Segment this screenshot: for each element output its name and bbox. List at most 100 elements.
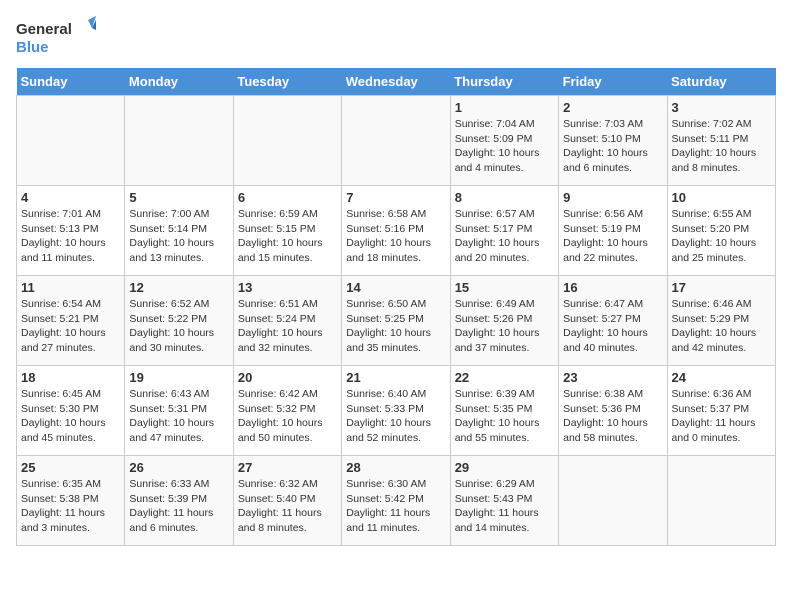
calendar-cell: 11 Sunrise: 6:54 AMSunset: 5:21 PMDayligh…: [17, 276, 125, 366]
calendar-cell: 28 Sunrise: 6:30 AMSunset: 5:42 PMDayligh…: [342, 456, 450, 546]
day-number: 5: [129, 190, 228, 205]
header-wednesday: Wednesday: [342, 68, 450, 96]
calendar-table: SundayMondayTuesdayWednesdayThursdayFrid…: [16, 68, 776, 546]
day-number: 20: [238, 370, 337, 385]
calendar-cell: 17 Sunrise: 6:46 AMSunset: 5:29 PMDayligh…: [667, 276, 775, 366]
day-info: Sunrise: 7:01 AMSunset: 5:13 PMDaylight:…: [21, 207, 120, 266]
calendar-cell: 24 Sunrise: 6:36 AMSunset: 5:37 PMDayligh…: [667, 366, 775, 456]
day-info: Sunrise: 6:57 AMSunset: 5:17 PMDaylight:…: [455, 207, 554, 266]
calendar-cell: 22Sunrise: 6:39 AMSunset: 5:35 PMDayligh…: [450, 366, 558, 456]
day-number: 18: [21, 370, 120, 385]
day-number: 8: [455, 190, 554, 205]
calendar-header: SundayMondayTuesdayWednesdayThursdayFrid…: [17, 68, 776, 96]
calendar-week-2: 11 Sunrise: 6:54 AMSunset: 5:21 PMDayligh…: [17, 276, 776, 366]
calendar-cell: 13 Sunrise: 6:51 AMSunset: 5:24 PMDayligh…: [233, 276, 341, 366]
day-number: 27: [238, 460, 337, 475]
calendar-cell: 12 Sunrise: 6:52 AMSunset: 5:22 PMDayligh…: [125, 276, 233, 366]
day-number: 29: [455, 460, 554, 475]
calendar-cell: [559, 456, 667, 546]
day-number: 19: [129, 370, 228, 385]
day-number: 21: [346, 370, 445, 385]
day-number: 28: [346, 460, 445, 475]
header-saturday: Saturday: [667, 68, 775, 96]
header-monday: Monday: [125, 68, 233, 96]
calendar-cell: [342, 96, 450, 186]
day-info: Sunrise: 6:35 AMSunset: 5:38 PMDaylight:…: [21, 477, 120, 536]
calendar-cell: 9Sunrise: 6:56 AMSunset: 5:19 PMDaylight…: [559, 186, 667, 276]
day-number: 12: [129, 280, 228, 295]
day-number: 23: [563, 370, 662, 385]
day-info: Sunrise: 6:32 AMSunset: 5:40 PMDaylight:…: [238, 477, 337, 536]
day-info: Sunrise: 6:54 AMSunset: 5:21 PMDaylight:…: [21, 297, 120, 356]
day-info: Sunrise: 6:46 AMSunset: 5:29 PMDaylight:…: [672, 297, 771, 356]
calendar-cell: 18Sunrise: 6:45 AMSunset: 5:30 PMDayligh…: [17, 366, 125, 456]
calendar-cell: 2Sunrise: 7:03 AMSunset: 5:10 PMDaylight…: [559, 96, 667, 186]
day-info: Sunrise: 7:03 AMSunset: 5:10 PMDaylight:…: [563, 117, 662, 176]
day-number: 13: [238, 280, 337, 295]
logo-svg: General Blue: [16, 16, 96, 60]
calendar-cell: 14Sunrise: 6:50 AMSunset: 5:25 PMDayligh…: [342, 276, 450, 366]
calendar-cell: [125, 96, 233, 186]
day-info: Sunrise: 6:58 AMSunset: 5:16 PMDaylight:…: [346, 207, 445, 266]
calendar-week-3: 18Sunrise: 6:45 AMSunset: 5:30 PMDayligh…: [17, 366, 776, 456]
calendar-cell: 21 Sunrise: 6:40 AMSunset: 5:33 PMDayligh…: [342, 366, 450, 456]
day-info: Sunrise: 6:38 AMSunset: 5:36 PMDaylight:…: [563, 387, 662, 446]
svg-text:Blue: Blue: [16, 39, 49, 56]
day-number: 4: [21, 190, 120, 205]
calendar-cell: 7 Sunrise: 6:58 AMSunset: 5:16 PMDaylight…: [342, 186, 450, 276]
calendar-cell: 1 Sunrise: 7:04 AMSunset: 5:09 PMDaylight…: [450, 96, 558, 186]
day-info: Sunrise: 7:00 AMSunset: 5:14 PMDaylight:…: [129, 207, 228, 266]
day-info: Sunrise: 6:33 AMSunset: 5:39 PMDaylight:…: [129, 477, 228, 536]
day-number: 11: [21, 280, 120, 295]
day-info: Sunrise: 6:36 AMSunset: 5:37 PMDaylight:…: [672, 387, 771, 446]
calendar-cell: 4 Sunrise: 7:01 AMSunset: 5:13 PMDaylight…: [17, 186, 125, 276]
day-number: 22: [455, 370, 554, 385]
day-number: 6: [238, 190, 337, 205]
calendar-cell: 6 Sunrise: 6:59 AMSunset: 5:15 PMDaylight…: [233, 186, 341, 276]
page-header: General Blue: [16, 16, 776, 60]
day-info: Sunrise: 6:51 AMSunset: 5:24 PMDaylight:…: [238, 297, 337, 356]
calendar-week-1: 4 Sunrise: 7:01 AMSunset: 5:13 PMDaylight…: [17, 186, 776, 276]
day-number: 26: [129, 460, 228, 475]
day-info: Sunrise: 7:04 AMSunset: 5:09 PMDaylight:…: [455, 117, 554, 176]
header-sunday: Sunday: [17, 68, 125, 96]
calendar-cell: 5 Sunrise: 7:00 AMSunset: 5:14 PMDaylight…: [125, 186, 233, 276]
day-info: Sunrise: 6:40 AMSunset: 5:33 PMDaylight:…: [346, 387, 445, 446]
day-info: Sunrise: 6:59 AMSunset: 5:15 PMDaylight:…: [238, 207, 337, 266]
header-friday: Friday: [559, 68, 667, 96]
day-info: Sunrise: 6:43 AMSunset: 5:31 PMDaylight:…: [129, 387, 228, 446]
calendar-cell: [667, 456, 775, 546]
day-info: Sunrise: 6:30 AMSunset: 5:42 PMDaylight:…: [346, 477, 445, 536]
day-info: Sunrise: 6:52 AMSunset: 5:22 PMDaylight:…: [129, 297, 228, 356]
header-thursday: Thursday: [450, 68, 558, 96]
calendar-week-4: 25 Sunrise: 6:35 AMSunset: 5:38 PMDayligh…: [17, 456, 776, 546]
day-number: 9: [563, 190, 662, 205]
calendar-cell: 26 Sunrise: 6:33 AMSunset: 5:39 PMDayligh…: [125, 456, 233, 546]
calendar-cell: 8 Sunrise: 6:57 AMSunset: 5:17 PMDaylight…: [450, 186, 558, 276]
day-number: 16: [563, 280, 662, 295]
calendar-cell: 25 Sunrise: 6:35 AMSunset: 5:38 PMDayligh…: [17, 456, 125, 546]
day-number: 3: [672, 100, 771, 115]
day-number: 1: [455, 100, 554, 115]
day-number: 17: [672, 280, 771, 295]
calendar-cell: 3Sunrise: 7:02 AMSunset: 5:11 PMDaylight…: [667, 96, 775, 186]
day-number: 25: [21, 460, 120, 475]
header-tuesday: Tuesday: [233, 68, 341, 96]
day-number: 24: [672, 370, 771, 385]
day-number: 7: [346, 190, 445, 205]
svg-text:General: General: [16, 21, 72, 38]
day-number: 10: [672, 190, 771, 205]
calendar-cell: 23 Sunrise: 6:38 AMSunset: 5:36 PMDayligh…: [559, 366, 667, 456]
calendar-week-0: 1 Sunrise: 7:04 AMSunset: 5:09 PMDaylight…: [17, 96, 776, 186]
day-info: Sunrise: 6:47 AMSunset: 5:27 PMDaylight:…: [563, 297, 662, 356]
logo: General Blue: [16, 16, 96, 60]
day-info: Sunrise: 6:55 AMSunset: 5:20 PMDaylight:…: [672, 207, 771, 266]
calendar-cell: [233, 96, 341, 186]
calendar-cell: 10 Sunrise: 6:55 AMSunset: 5:20 PMDayligh…: [667, 186, 775, 276]
day-info: Sunrise: 6:50 AMSunset: 5:25 PMDaylight:…: [346, 297, 445, 356]
calendar-cell: [17, 96, 125, 186]
header-row: SundayMondayTuesdayWednesdayThursdayFrid…: [17, 68, 776, 96]
calendar-cell: 20Sunrise: 6:42 AMSunset: 5:32 PMDayligh…: [233, 366, 341, 456]
calendar-cell: 15Sunrise: 6:49 AMSunset: 5:26 PMDayligh…: [450, 276, 558, 366]
calendar-body: 1 Sunrise: 7:04 AMSunset: 5:09 PMDaylight…: [17, 96, 776, 546]
